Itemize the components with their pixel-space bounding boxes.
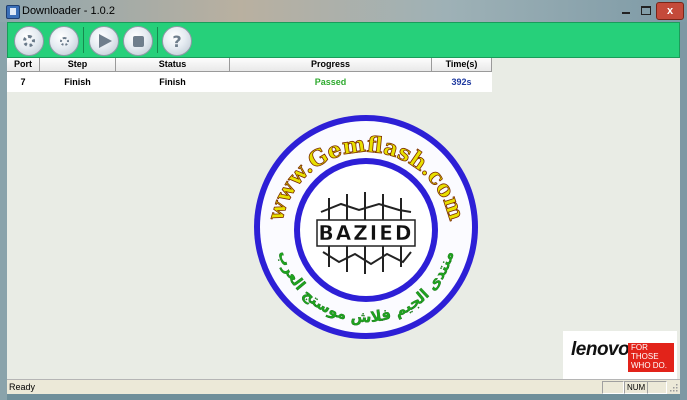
advanced-gears-icon: [59, 36, 69, 46]
start-button[interactable]: [89, 26, 119, 56]
settings-button[interactable]: [14, 26, 44, 56]
cell-progress: Passed: [314, 77, 347, 87]
help-icon: ?: [172, 31, 182, 51]
downloader-window: Downloader - 1.0.2 x ? Port Step Status …: [0, 0, 687, 400]
status-bar: Ready NUM: [7, 379, 680, 394]
window-title: Downloader - 1.0.2: [22, 5, 115, 17]
cell-port: 7: [20, 77, 26, 87]
app-icon: [6, 5, 20, 19]
status-pane-num: NUM: [624, 381, 648, 394]
header-status[interactable]: Status: [116, 58, 230, 72]
header-progress[interactable]: Progress: [230, 58, 432, 72]
cell-status: Finish: [159, 77, 186, 87]
lenovo-tagline: FOR THOSE WHO DO.: [628, 343, 674, 372]
window-frame-right: [680, 22, 687, 400]
header-step[interactable]: Step: [40, 58, 116, 72]
status-text: Ready: [9, 382, 36, 392]
lenovo-banner: lenovo FOR THOSE WHO DO.: [563, 331, 677, 380]
header-port[interactable]: Port: [7, 58, 40, 72]
minimize-button[interactable]: [616, 2, 636, 18]
status-pane-scroll: [647, 381, 667, 394]
tagline-line-2: THOSE: [631, 352, 659, 361]
minimize-icon: [622, 12, 630, 14]
cell-step: Finish: [64, 77, 91, 87]
client-area: ? Port Step Status Progress Time(s) 7 Fi…: [7, 22, 680, 394]
gemflash-logo: www.Gemflash.com منتدى الجيم فلاش موستج …: [254, 115, 478, 339]
port-status-table: Port Step Status Progress Time(s) 7 Fini…: [7, 58, 492, 92]
tagline-line-3: WHO DO.: [631, 361, 667, 370]
help-button[interactable]: ?: [162, 26, 192, 56]
resize-grip-icon[interactable]: [668, 382, 678, 392]
stop-icon: [132, 35, 144, 47]
lenovo-logo: lenovo: [571, 339, 630, 360]
maximize-icon: [641, 5, 651, 15]
toolbar-separator: [83, 27, 84, 53]
stop-button[interactable]: [123, 26, 153, 56]
table-row[interactable]: 7 Finish Finish Passed 392s: [7, 73, 492, 91]
tagline-line-1: FOR: [631, 343, 648, 352]
header-time[interactable]: Time(s): [432, 58, 492, 72]
cell-time: 392s: [451, 77, 472, 87]
status-pane-caps: [602, 381, 624, 394]
advanced-settings-button[interactable]: [49, 26, 79, 56]
close-button[interactable]: x: [656, 2, 684, 20]
toolbar: ?: [7, 22, 680, 58]
window-frame-left: [0, 22, 7, 400]
close-icon: x: [666, 5, 674, 17]
title-bar[interactable]: Downloader - 1.0.2 x: [0, 0, 687, 22]
logo-badge-text: BAZIED: [319, 221, 414, 245]
start-arrow-icon: [99, 34, 112, 48]
toolbar-separator: [157, 27, 158, 53]
maximize-button[interactable]: [636, 2, 656, 18]
table-header: Port Step Status Progress Time(s): [7, 58, 492, 72]
settings-gear-icon: [23, 35, 35, 47]
